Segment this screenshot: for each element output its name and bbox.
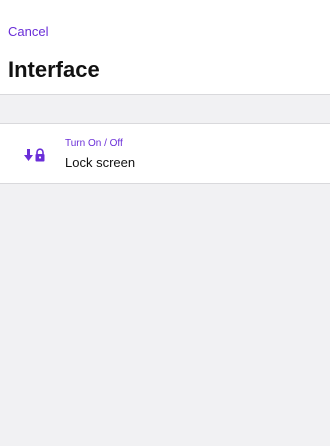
row-label: Lock screen xyxy=(65,155,136,170)
screen: Cancel Interface Turn On / Off Lock scre… xyxy=(0,0,336,446)
row-subtitle: Turn On / Off xyxy=(65,138,123,149)
cancel-button[interactable]: Cancel xyxy=(8,24,48,39)
page-title: Interface xyxy=(8,57,100,82)
header: Cancel Interface xyxy=(0,0,330,95)
lock-down-icon xyxy=(24,148,45,162)
section-gap xyxy=(0,95,330,124)
lock-screen-row[interactable]: Turn On / Off Lock screen xyxy=(0,124,330,184)
